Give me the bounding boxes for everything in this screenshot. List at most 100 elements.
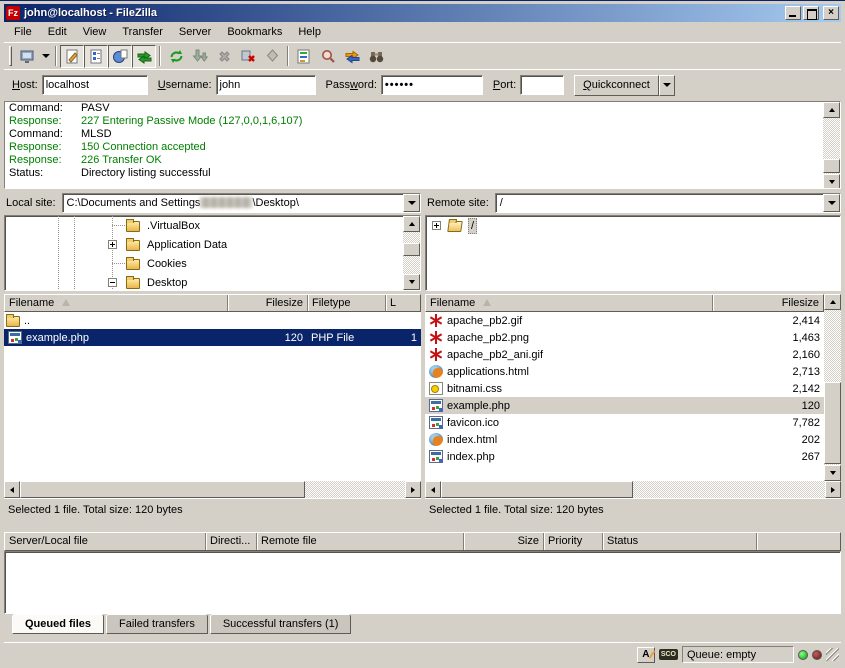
close-icon[interactable]: × <box>823 6 839 20</box>
file-row[interactable]: bitnami.css 2,142 <box>425 380 824 397</box>
queue-list[interactable] <box>4 551 841 614</box>
menu-help[interactable]: Help <box>290 24 329 40</box>
column-server-local-file[interactable]: Server/Local file <box>5 533 206 550</box>
column-priority[interactable]: Priority <box>544 533 603 550</box>
scroll-up-icon[interactable] <box>824 294 841 310</box>
menu-view[interactable]: View <box>75 24 115 40</box>
speed-limit-icon[interactable]: SCO <box>659 649 678 660</box>
host-input[interactable]: localhost <box>42 75 148 95</box>
column-remote-file[interactable]: Remote file <box>257 533 464 550</box>
scroll-left-icon[interactable] <box>4 481 20 498</box>
compare-directories-icon[interactable] <box>316 45 340 68</box>
scroll-thumb[interactable] <box>403 243 420 256</box>
site-manager-dropdown-icon[interactable] <box>39 45 52 68</box>
scroll-thumb[interactable] <box>824 382 841 464</box>
scroll-down-icon[interactable] <box>403 274 420 290</box>
column-filename[interactable]: Filename <box>5 295 228 311</box>
quickconnect-button[interactable]: Quickconnect <box>574 75 659 96</box>
reconnect-icon[interactable] <box>260 45 284 68</box>
tree-item-root[interactable]: / <box>426 216 840 235</box>
log-line: Response:227 Entering Passive Mode (127,… <box>5 115 840 128</box>
expand-plus-icon[interactable] <box>108 240 117 249</box>
menu-bookmarks[interactable]: Bookmarks <box>219 24 290 40</box>
file-row[interactable]: apache_pb2.png 1,463 <box>425 329 824 346</box>
scroll-up-icon[interactable] <box>403 216 420 232</box>
log-scrollbar[interactable] <box>823 102 840 189</box>
menu-transfer[interactable]: Transfer <box>114 24 171 40</box>
expand-plus-icon[interactable] <box>432 221 441 230</box>
scroll-up-icon[interactable] <box>823 102 840 118</box>
combo-dropdown-icon[interactable] <box>403 194 420 212</box>
menu-server[interactable]: Server <box>171 24 219 40</box>
site-manager-icon[interactable] <box>15 45 39 68</box>
file-row[interactable]: index.php 267 <box>425 448 824 465</box>
maximize-icon[interactable] <box>803 6 819 20</box>
resize-grip-icon[interactable] <box>826 648 839 661</box>
tab-queued-files[interactable]: Queued files <box>12 614 104 634</box>
combo-dropdown-icon[interactable] <box>823 194 840 212</box>
local-treeview-toggle-icon[interactable] <box>84 45 108 68</box>
column-status[interactable]: Status <box>603 533 757 550</box>
image-file-icon <box>429 348 443 361</box>
column-filetype[interactable]: Filetype <box>308 295 386 311</box>
remote-horizontal-scrollbar[interactable] <box>425 481 841 498</box>
tree-item-application-data[interactable]: Application Data <box>5 235 420 254</box>
cancel-icon[interactable] <box>212 45 236 68</box>
scroll-down-icon[interactable] <box>823 174 840 189</box>
scroll-thumb[interactable] <box>441 481 633 498</box>
message-log-toggle-icon[interactable] <box>60 45 84 68</box>
tree-scrollbar[interactable] <box>403 216 420 290</box>
title-bar[interactable]: Fz john@localhost - FileZilla × <box>4 4 841 22</box>
menu-file[interactable]: File <box>6 24 40 40</box>
queue-splitter[interactable] <box>4 520 841 532</box>
scroll-right-icon[interactable] <box>825 481 841 498</box>
file-row-example-php[interactable]: example.php 120 <box>425 397 824 414</box>
file-row[interactable]: favicon.ico 7,782 <box>425 414 824 431</box>
tab-failed-transfers[interactable]: Failed transfers <box>106 614 208 634</box>
file-row[interactable]: apache_pb2_ani.gif 2,160 <box>425 346 824 363</box>
sync-browsing-icon[interactable] <box>340 45 364 68</box>
tab-successful-transfers[interactable]: Successful transfers (1) <box>210 614 352 634</box>
scroll-thumb[interactable] <box>20 481 305 498</box>
username-input[interactable]: john <box>216 75 316 95</box>
scroll-thumb[interactable] <box>823 159 840 173</box>
quickconnect-dropdown-icon[interactable] <box>659 75 675 96</box>
tree-item-desktop[interactable]: Desktop <box>5 273 420 291</box>
tree-item-virtualbox[interactable]: .VirtualBox <box>5 216 420 235</box>
column-filesize[interactable]: Filesize <box>228 295 308 311</box>
column-size[interactable]: Size <box>464 533 544 550</box>
scroll-down-icon[interactable] <box>824 465 841 481</box>
file-row[interactable]: applications.html 2,713 <box>425 363 824 380</box>
file-row[interactable]: index.html 202 <box>425 431 824 448</box>
port-input[interactable] <box>520 75 564 95</box>
tree-item-cookies[interactable]: Cookies <box>5 254 420 273</box>
remote-site-combo[interactable]: / <box>495 193 841 213</box>
toolbar-grip[interactable] <box>9 46 12 66</box>
process-queue-icon[interactable] <box>188 45 212 68</box>
column-direction[interactable]: Directi... <box>206 533 257 550</box>
filezilla-logo-icon[interactable]: Fz <box>6 6 20 20</box>
local-site-combo[interactable]: C:\Documents and Settings\Desktop\ <box>62 193 421 213</box>
column-last-modified[interactable]: L <box>386 295 420 311</box>
local-horizontal-scrollbar[interactable] <box>4 481 421 498</box>
file-row-example-php[interactable]: example.php 120 PHP File 1 <box>4 329 421 346</box>
menu-edit[interactable]: Edit <box>40 24 75 40</box>
remote-vertical-scrollbar[interactable] <box>824 294 841 481</box>
remote-treeview-toggle-icon[interactable] <box>108 45 132 68</box>
refresh-icon[interactable] <box>164 45 188 68</box>
disconnect-icon[interactable] <box>236 45 260 68</box>
scroll-left-icon[interactable] <box>425 481 441 498</box>
minimize-icon[interactable] <box>785 6 801 20</box>
filter-icon[interactable] <box>292 45 316 68</box>
find-files-icon[interactable] <box>364 45 388 68</box>
ascii-type-icon[interactable]: A <box>637 647 655 663</box>
menu-bar: File Edit View Transfer Server Bookmarks… <box>4 22 841 42</box>
scroll-right-icon[interactable] <box>405 481 421 498</box>
transfer-queue-toggle-icon[interactable] <box>132 45 156 68</box>
password-input[interactable]: •••••• <box>381 75 483 95</box>
file-row-parent-dir[interactable]: .. <box>4 312 421 329</box>
file-row[interactable]: apache_pb2.gif 2,414 <box>425 312 824 329</box>
column-filename[interactable]: Filename <box>426 295 713 311</box>
collapse-minus-icon[interactable] <box>108 278 117 287</box>
column-filesize[interactable]: Filesize <box>713 295 823 311</box>
